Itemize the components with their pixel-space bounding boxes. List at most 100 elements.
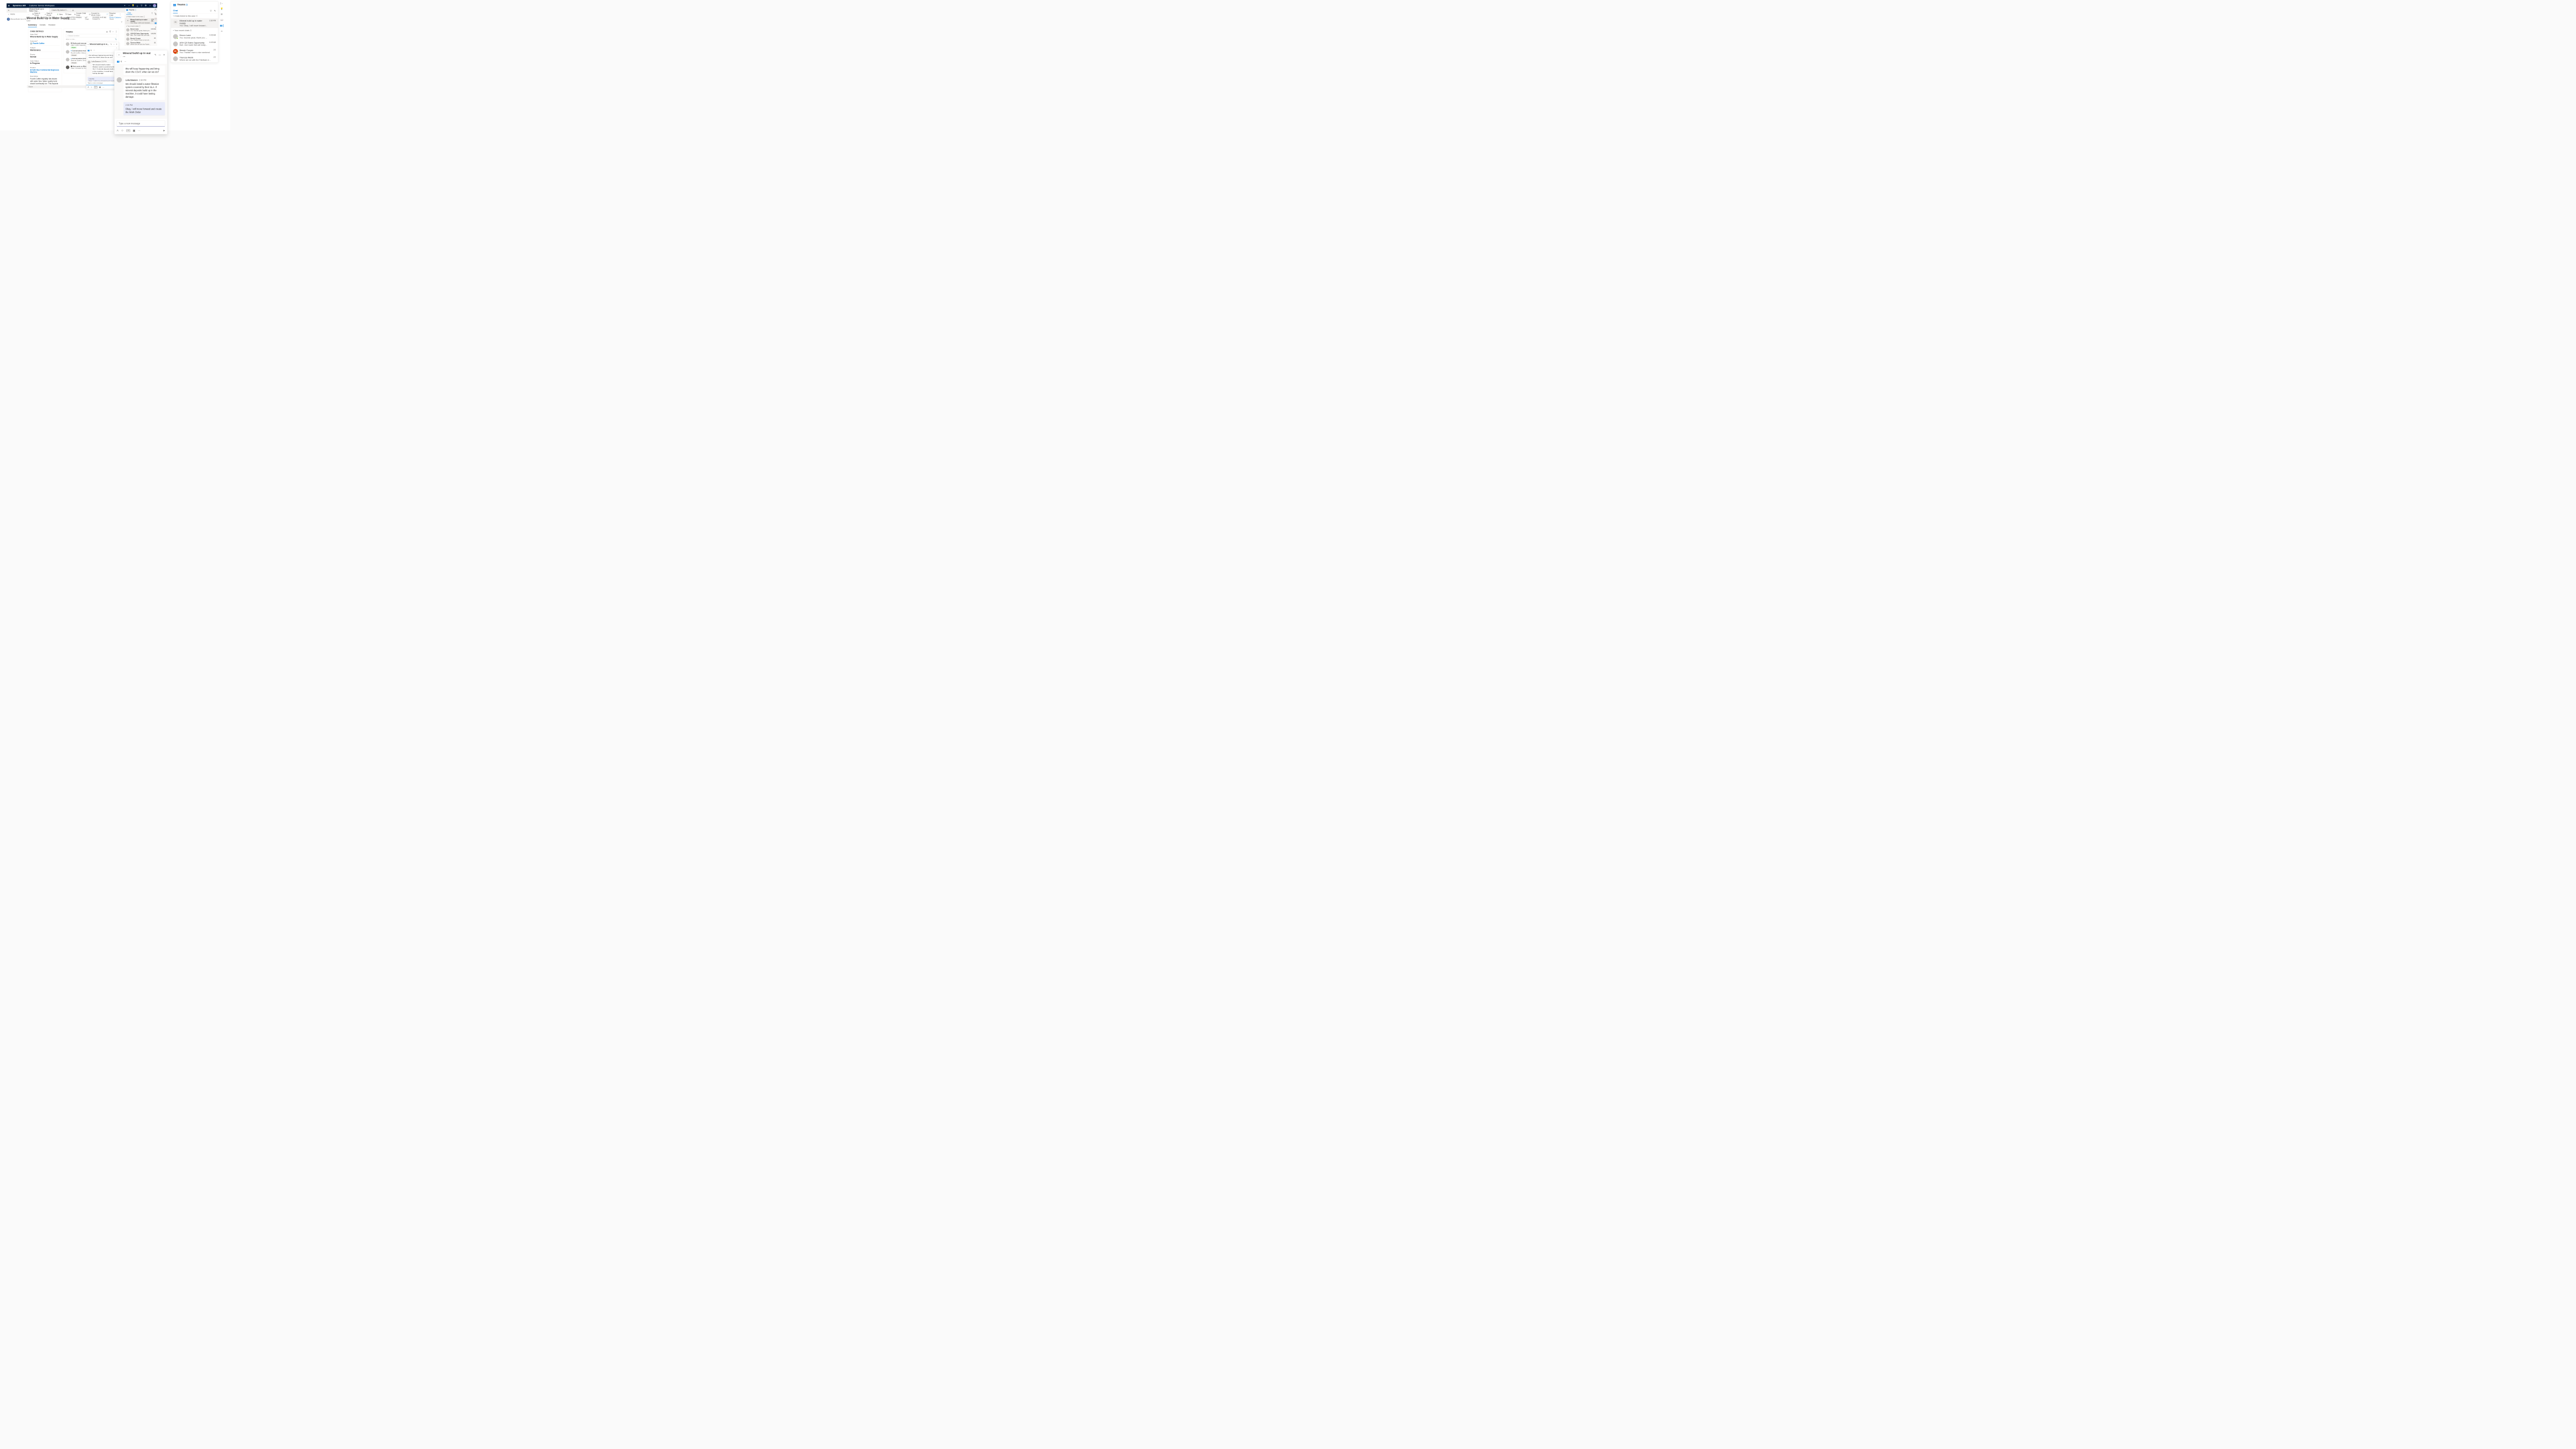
list-icon[interactable]: ☰ — [221, 13, 223, 16]
format-icon[interactable]: A — [87, 86, 89, 88]
chat-item[interactable]: ASH Q3 Sales Opportunity6:49 AMBart: Jus… — [125, 32, 157, 37]
emoji-icon[interactable]: ☺ — [121, 129, 124, 132]
timeline-add-icon[interactable]: ＋ — [106, 31, 108, 33]
session-chip[interactable]: MB Mineral Build Up in W… — [7, 18, 27, 20]
gif-icon[interactable]: GIF — [126, 129, 130, 132]
info-icon[interactable]: i — [190, 30, 192, 31]
expand-icon[interactable]: |→ — [220, 2, 223, 5]
timeline-filter-icon[interactable]: ▽ — [109, 31, 111, 33]
product-link[interactable]: ⊕ Café Duo Commercial Espresso Machine — [30, 69, 60, 74]
convert-button[interactable]: ☑Convert to Work Order — [87, 12, 105, 16]
more-icon[interactable]: ⋯ — [103, 86, 105, 88]
chat-item[interactable]: BCBessie CooperYou: Thanks! Have a nice … — [171, 48, 218, 55]
add-icon[interactable]: ＋ — [135, 4, 140, 8]
settings-icon[interactable]: ⚙ — [144, 4, 148, 7]
edit-icon[interactable]: ✎ — [111, 43, 112, 45]
info-icon[interactable]: i — [196, 15, 197, 17]
filter-icon[interactable]: ▽ — [151, 12, 153, 14]
chat-item[interactable]: Theresa Webb2/1Where are we with the Fab… — [125, 41, 157, 46]
customer-link[interactable]: 🏢 Fourth Coffee — [30, 42, 60, 45]
task-icon[interactable]: ◔ — [127, 4, 131, 7]
tab-summary[interactable]: Summary — [28, 24, 36, 27]
tab-case-label: Mineral Build Up in Water Sup… — [29, 8, 47, 12]
save-close-button[interactable]: 🖫Save & Close — [31, 12, 43, 16]
search-icon[interactable]: ⌕ — [123, 4, 127, 7]
minimize-icon[interactable]: — — [159, 54, 161, 56]
emoji-icon[interactable]: ☺ — [91, 86, 93, 88]
close-icon[interactable]: ✕ — [163, 53, 165, 56]
format-icon[interactable]: A — [117, 129, 119, 132]
message-input[interactable]: Type a new message — [117, 121, 165, 127]
more-icon[interactable]: ⋯ — [138, 129, 141, 132]
chat-preview: Bart: Just made that call today 😊 — [130, 34, 151, 36]
resolve-button[interactable]: 📄Resolve Case — [105, 12, 118, 16]
chat-item[interactable]: Theresa WebbWhere are we with the Fabrik… — [171, 55, 218, 63]
save-route-button[interactable]: ↗Save & Route — [43, 12, 55, 16]
tab-add-button[interactable]: ＋ — [71, 8, 75, 12]
section-recent[interactable]: Your recent chatsi — [171, 28, 218, 33]
close-icon[interactable]: ✕ — [116, 43, 118, 45]
status-value[interactable]: In Progress — [30, 62, 60, 65]
sticker-icon[interactable]: ▣ — [133, 129, 135, 132]
chat-item[interactable]: Devon LaneYou: Sounds great, thank you K… — [171, 33, 218, 40]
gif-icon[interactable]: GIF — [94, 86, 97, 88]
info-icon[interactable]: ⓘ — [135, 9, 136, 11]
section-linked[interactable]: Chats linked to this casei — [171, 13, 218, 18]
timeline-more-icon[interactable]: ⋮ — [115, 31, 118, 33]
save-button[interactable]: 🖫Save — [64, 13, 72, 16]
user-avatar[interactable] — [153, 4, 156, 8]
chat-item-linked[interactable]: ∞ Mineral build up in water supplyYou: O… — [171, 18, 218, 28]
customer-value: Fourth Coffee — [33, 43, 45, 45]
teams-panel-large: 👥Teamsi Chat ▽ ✎ Chats linked to this ca… — [171, 2, 218, 63]
more-icon[interactable]: ⋯ — [124, 60, 126, 63]
agent-script-icon[interactable]: ☰ — [155, 13, 157, 16]
chat-item-linked[interactable]: ∞Mineral build up in water supply2:30 PM… — [125, 18, 157, 24]
help-icon[interactable]: ? — [148, 4, 152, 7]
create-child-button[interactable]: ⇲Create Child Case — [72, 12, 87, 16]
overflow-button[interactable]: ⋮ — [118, 13, 122, 16]
home-nav[interactable]: ⌂ Home — [6, 12, 26, 16]
edit-icon[interactable]: ✎ — [155, 53, 157, 56]
share-icon[interactable]: ∞ — [155, 26, 156, 28]
timeline-search[interactable]: ⌕ Search timeline — [66, 34, 117, 38]
case-title-value[interactable]: Mineral Build Up in Water Supply — [30, 36, 60, 39]
tab-my-cases[interactable]: Cases My Active C… — [49, 8, 71, 12]
compose-icon[interactable]: ✎ — [214, 9, 216, 12]
timeline-note-input[interactable]: Enter a note...📎 — [66, 39, 117, 41]
tab-details[interactable]: Details — [40, 24, 46, 27]
chat-tab[interactable]: Chat — [126, 12, 132, 14]
tab-related[interactable]: Related — [48, 24, 55, 27]
app-launcher-icon[interactable]: ⊞ — [6, 4, 11, 7]
timeline-sort-icon[interactable]: ↕ — [113, 31, 114, 33]
more-icon[interactable]: ⋯ — [93, 49, 95, 52]
header-expand-icon[interactable]: ⌄ — [121, 20, 123, 23]
new-button[interactable]: ＋New — [55, 13, 64, 16]
chat-item[interactable]: Devon Lane9:45 AMYou: Sounds great, than… — [125, 28, 157, 32]
hamburger-icon[interactable]: ≡ — [6, 8, 11, 12]
teams-rail-icon[interactable]: ▮▮ — [220, 24, 223, 27]
chat-tab[interactable]: Chat — [173, 8, 178, 13]
people-count[interactable]: 👥⁺4 — [117, 60, 122, 63]
sticker-icon[interactable]: ▣ — [99, 86, 101, 88]
link-icon[interactable]: ∞ — [221, 30, 223, 33]
chat-item[interactable]: ASH Q3 Sales OpportunityBart: Just made … — [171, 40, 218, 48]
lightbulb-icon[interactable]: 💡 — [220, 8, 223, 10]
expand-icon[interactable]: ⤡ — [155, 9, 157, 11]
attachment-icon[interactable]: 📎 — [115, 39, 117, 40]
filter-icon[interactable]: ▽ — [210, 9, 211, 12]
send-icon[interactable]: ➤ — [163, 129, 165, 132]
knowledge-icon[interactable]: 📖 — [155, 18, 157, 20]
priority-value[interactable]: Normal — [30, 56, 60, 58]
tab-case[interactable]: Mineral Build Up in Water Sup… — [27, 8, 49, 12]
people-count[interactable]: 👥⁺4 — [87, 49, 92, 52]
back-button[interactable]: ← — [27, 13, 31, 16]
teams-rail-icon[interactable]: 👥 — [155, 22, 157, 24]
book-icon[interactable]: 📖 — [220, 19, 223, 21]
lightbulb-icon[interactable]: 💡 — [131, 4, 135, 7]
filter-icon[interactable]: ▽ — [140, 4, 144, 7]
chevron-down-icon[interactable]: ⌄ — [116, 47, 118, 48]
minimize-icon[interactable]: — — [113, 43, 115, 45]
subject-value[interactable]: Maintenance — [30, 49, 60, 52]
info-icon[interactable]: i — [186, 4, 188, 6]
chat-item[interactable]: Bessie Cooper2/1You: Thanks! Have a nice… — [125, 37, 157, 41]
